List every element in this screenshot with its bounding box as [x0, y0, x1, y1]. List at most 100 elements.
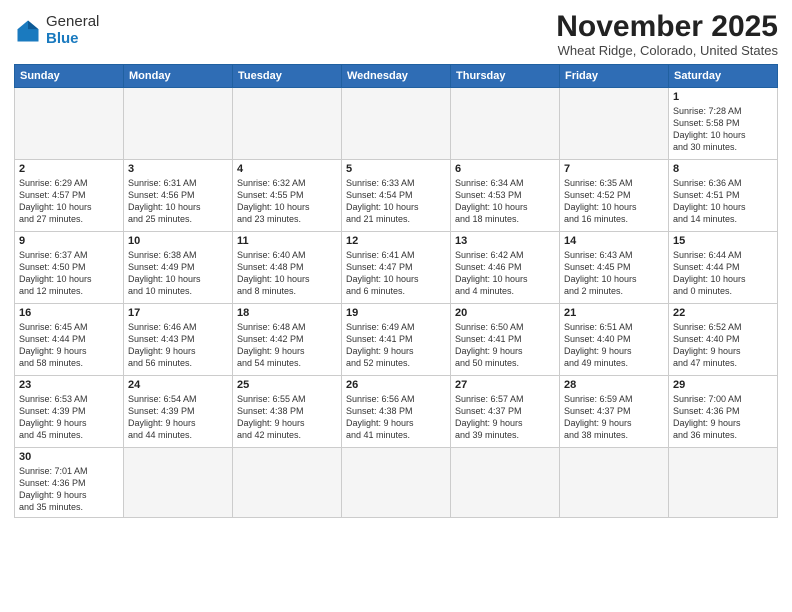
day-number: 4 [237, 163, 337, 175]
calendar-week-row: 30 Sunrise: 7:01 AM Sunset: 4:36 PM Dayli… [15, 448, 778, 518]
header-area: General Blue November 2025 Wheat Ridge, … [14, 10, 778, 58]
day-info: Sunrise: 6:57 AM Sunset: 4:37 PM Dayligh… [455, 393, 555, 442]
day-number: 24 [128, 379, 228, 391]
day-info: Sunrise: 6:56 AM Sunset: 4:38 PM Dayligh… [346, 393, 446, 442]
calendar-cell: 21Sunrise: 6:51 AM Sunset: 4:40 PM Dayli… [560, 304, 669, 376]
calendar-header-row: SundayMondayTuesdayWednesdayThursdayFrid… [15, 65, 778, 88]
day-number: 8 [673, 163, 773, 175]
calendar-cell: 27 Sunrise: 6:57 AM Sunset: 4:37 PM Dayli… [451, 376, 560, 448]
calendar-cell [124, 88, 233, 160]
calendar-cell [451, 448, 560, 518]
day-header-tuesday: Tuesday [233, 65, 342, 88]
calendar-cell: 7Sunrise: 6:35 AM Sunset: 4:52 PM Daylig… [560, 160, 669, 232]
calendar-cell: 22Sunrise: 6:52 AM Sunset: 4:40 PM Dayli… [669, 304, 778, 376]
calendar-cell: 26 Sunrise: 6:56 AM Sunset: 4:38 PM Dayli… [342, 376, 451, 448]
calendar-cell [669, 448, 778, 518]
day-info: Sunrise: 6:45 AM Sunset: 4:44 PM Dayligh… [19, 321, 119, 370]
month-title: November 2025 [556, 10, 778, 43]
day-info: Sunrise: 6:44 AM Sunset: 4:44 PM Dayligh… [673, 249, 773, 298]
day-number: 23 [19, 379, 119, 391]
calendar-cell: 25 Sunrise: 6:55 AM Sunset: 4:38 PM Dayli… [233, 376, 342, 448]
calendar-cell: 24 Sunrise: 6:54 AM Sunset: 4:39 PM Dayli… [124, 376, 233, 448]
logo-general: General [46, 14, 99, 31]
day-header-saturday: Saturday [669, 65, 778, 88]
day-info: Sunrise: 6:43 AM Sunset: 4:45 PM Dayligh… [564, 249, 664, 298]
calendar-cell: 10Sunrise: 6:38 AM Sunset: 4:49 PM Dayli… [124, 232, 233, 304]
title-area: November 2025 Wheat Ridge, Colorado, Uni… [556, 10, 778, 58]
day-info: Sunrise: 6:48 AM Sunset: 4:42 PM Dayligh… [237, 321, 337, 370]
calendar-cell: 18 Sunrise: 6:48 AM Sunset: 4:42 PM Dayli… [233, 304, 342, 376]
day-number: 18 [237, 307, 337, 319]
day-number: 1 [673, 91, 773, 103]
day-info: Sunrise: 6:34 AM Sunset: 4:53 PM Dayligh… [455, 177, 555, 226]
day-header-monday: Monday [124, 65, 233, 88]
day-number: 15 [673, 235, 773, 247]
day-header-sunday: Sunday [15, 65, 124, 88]
day-info: Sunrise: 6:33 AM Sunset: 4:54 PM Dayligh… [346, 177, 446, 226]
day-info: Sunrise: 6:31 AM Sunset: 4:56 PM Dayligh… [128, 177, 228, 226]
calendar-week-row: 23Sunrise: 6:53 AM Sunset: 4:39 PM Dayli… [15, 376, 778, 448]
calendar-cell: 13Sunrise: 6:42 AM Sunset: 4:46 PM Dayli… [451, 232, 560, 304]
day-number: 13 [455, 235, 555, 247]
day-info: Sunrise: 6:37 AM Sunset: 4:50 PM Dayligh… [19, 249, 119, 298]
day-info: Sunrise: 7:01 AM Sunset: 4:36 PM Dayligh… [19, 465, 119, 514]
calendar-cell: 28Sunrise: 6:59 AM Sunset: 4:37 PM Dayli… [560, 376, 669, 448]
calendar-cell: 23Sunrise: 6:53 AM Sunset: 4:39 PM Dayli… [15, 376, 124, 448]
calendar-cell: 11 Sunrise: 6:40 AM Sunset: 4:48 PM Dayli… [233, 232, 342, 304]
calendar-cell [15, 88, 124, 160]
calendar-cell: 19Sunrise: 6:49 AM Sunset: 4:41 PM Dayli… [342, 304, 451, 376]
day-info: Sunrise: 7:28 AM Sunset: 5:58 PM Dayligh… [673, 105, 773, 154]
calendar-week-row: 1 Sunrise: 7:28 AM Sunset: 5:58 PM Daylig… [15, 88, 778, 160]
day-number: 10 [128, 235, 228, 247]
day-number: 12 [346, 235, 446, 247]
calendar-cell [560, 448, 669, 518]
calendar-cell: 9 Sunrise: 6:37 AM Sunset: 4:50 PM Daylig… [15, 232, 124, 304]
day-number: 16 [19, 307, 119, 319]
day-info: Sunrise: 6:51 AM Sunset: 4:40 PM Dayligh… [564, 321, 664, 370]
day-info: Sunrise: 6:41 AM Sunset: 4:47 PM Dayligh… [346, 249, 446, 298]
calendar-cell: 14 Sunrise: 6:43 AM Sunset: 4:45 PM Dayli… [560, 232, 669, 304]
day-info: Sunrise: 6:29 AM Sunset: 4:57 PM Dayligh… [19, 177, 119, 226]
calendar-cell [233, 448, 342, 518]
day-number: 20 [455, 307, 555, 319]
day-number: 11 [237, 235, 337, 247]
day-number: 27 [455, 379, 555, 391]
calendar-week-row: 16 Sunrise: 6:45 AM Sunset: 4:44 PM Dayli… [15, 304, 778, 376]
calendar-cell [342, 448, 451, 518]
calendar-cell: 4 Sunrise: 6:32 AM Sunset: 4:55 PM Daylig… [233, 160, 342, 232]
day-info: Sunrise: 6:54 AM Sunset: 4:39 PM Dayligh… [128, 393, 228, 442]
calendar-cell: 12 Sunrise: 6:41 AM Sunset: 4:47 PM Dayli… [342, 232, 451, 304]
day-info: Sunrise: 6:52 AM Sunset: 4:40 PM Dayligh… [673, 321, 773, 370]
logo-text: General Blue [46, 14, 99, 47]
location: Wheat Ridge, Colorado, United States [556, 43, 778, 58]
day-number: 26 [346, 379, 446, 391]
day-info: Sunrise: 6:35 AM Sunset: 4:52 PM Dayligh… [564, 177, 664, 226]
day-number: 14 [564, 235, 664, 247]
day-header-thursday: Thursday [451, 65, 560, 88]
day-info: Sunrise: 7:00 AM Sunset: 4:36 PM Dayligh… [673, 393, 773, 442]
day-number: 28 [564, 379, 664, 391]
logo: General Blue [14, 14, 99, 47]
day-header-wednesday: Wednesday [342, 65, 451, 88]
day-info: Sunrise: 6:55 AM Sunset: 4:38 PM Dayligh… [237, 393, 337, 442]
day-number: 3 [128, 163, 228, 175]
calendar-cell [451, 88, 560, 160]
day-info: Sunrise: 6:32 AM Sunset: 4:55 PM Dayligh… [237, 177, 337, 226]
calendar-cell: 2Sunrise: 6:29 AM Sunset: 4:57 PM Daylig… [15, 160, 124, 232]
calendar-cell: 1 Sunrise: 7:28 AM Sunset: 5:58 PM Daylig… [669, 88, 778, 160]
day-number: 25 [237, 379, 337, 391]
calendar-cell: 29Sunrise: 7:00 AM Sunset: 4:36 PM Dayli… [669, 376, 778, 448]
calendar-table: SundayMondayTuesdayWednesdayThursdayFrid… [14, 64, 778, 518]
calendar-cell: 30 Sunrise: 7:01 AM Sunset: 4:36 PM Dayli… [15, 448, 124, 518]
day-header-friday: Friday [560, 65, 669, 88]
logo-blue: Blue [46, 31, 99, 48]
calendar-cell: 8Sunrise: 6:36 AM Sunset: 4:51 PM Daylig… [669, 160, 778, 232]
calendar-cell: 15 Sunrise: 6:44 AM Sunset: 4:44 PM Dayli… [669, 232, 778, 304]
day-number: 30 [19, 451, 119, 463]
calendar-cell [124, 448, 233, 518]
day-number: 6 [455, 163, 555, 175]
day-number: 9 [19, 235, 119, 247]
calendar-week-row: 2Sunrise: 6:29 AM Sunset: 4:57 PM Daylig… [15, 160, 778, 232]
calendar-cell: 20Sunrise: 6:50 AM Sunset: 4:41 PM Dayli… [451, 304, 560, 376]
day-info: Sunrise: 6:40 AM Sunset: 4:48 PM Dayligh… [237, 249, 337, 298]
